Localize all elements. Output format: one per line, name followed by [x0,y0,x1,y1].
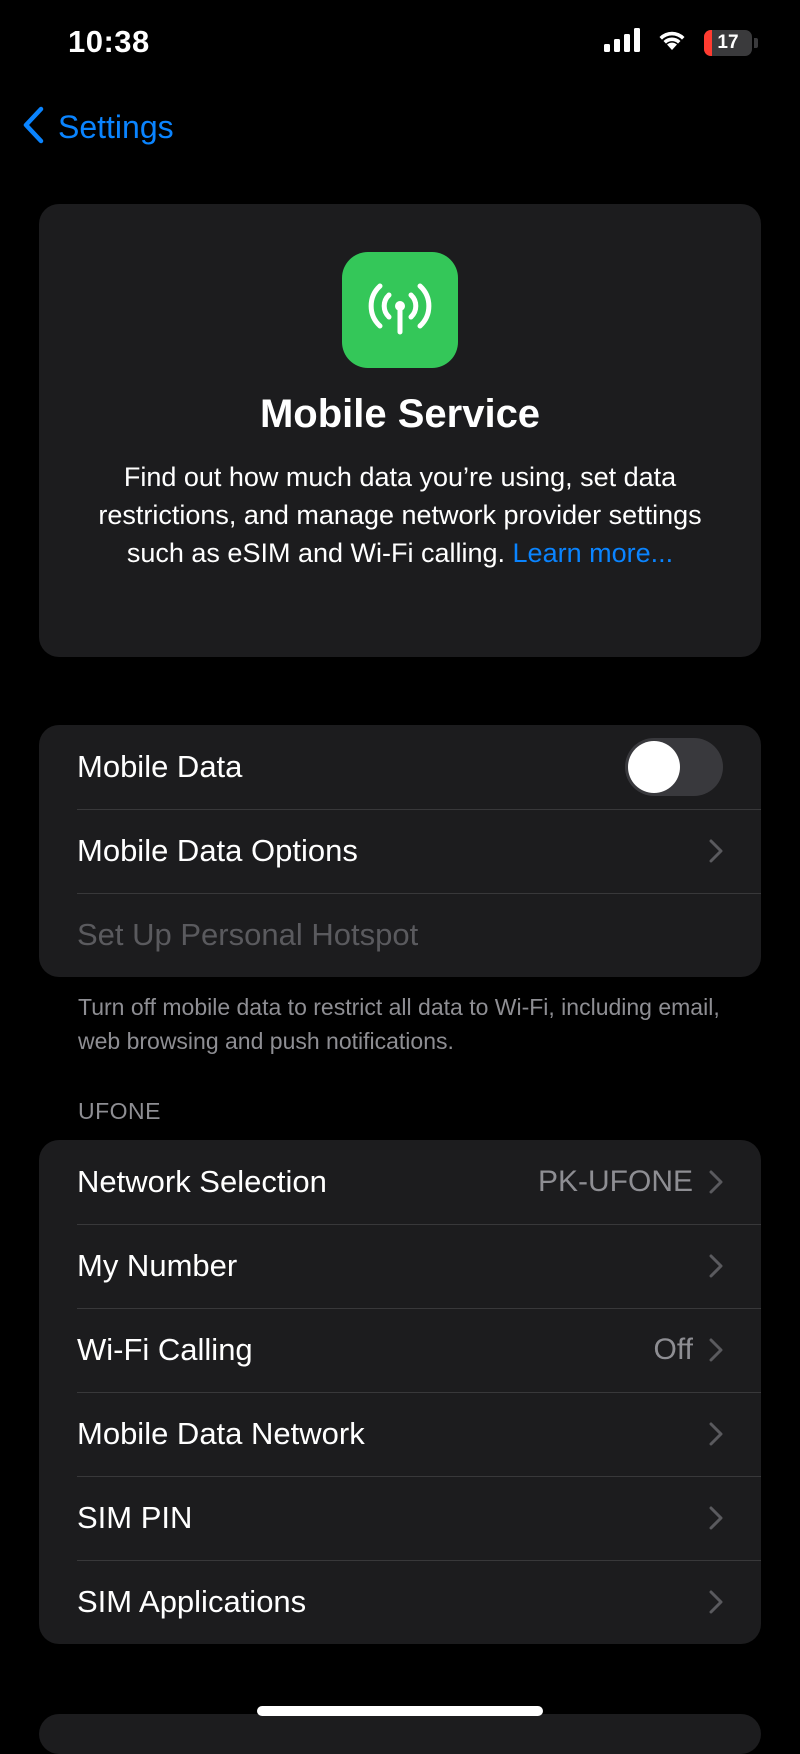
page-title: Mobile Service [259,392,541,436]
cellular-signal-icon [604,28,640,57]
mobile-data-group: Mobile Data Mobile Data Options Set Up P… [39,725,761,977]
personal-hotspot-label: Set Up Personal Hotspot [77,917,419,952]
row-label: SIM Applications [77,1584,307,1619]
sim-pin-row[interactable]: SIM PIN [39,1476,761,1560]
chevron-right-icon [709,1590,723,1614]
mobile-service-description: Find out how much data you’re using, set… [83,458,717,572]
personal-hotspot-row: Set Up Personal Hotspot [39,893,761,977]
mobile-data-label: Mobile Data [77,749,243,784]
battery-indicator: 17 [704,29,758,56]
mobile-data-footnote: Turn off mobile data to restrict all dat… [78,994,720,1054]
row-value: Off [653,1333,693,1366]
carrier-settings-group: Network Selection PK-UFONE My Number Wi-… [39,1140,761,1644]
battery-fill [704,29,713,56]
chevron-right-icon [709,1170,723,1194]
mobile-data-row: Mobile Data [39,725,761,809]
antenna-radiowaves-icon [342,252,458,368]
wifi-calling-row[interactable]: Wi-Fi Calling Off [39,1308,761,1392]
carrier-section-header: UFONE [78,1098,161,1124]
network-selection-row[interactable]: Network Selection PK-UFONE [39,1140,761,1224]
mobile-data-options-label: Mobile Data Options [77,833,358,868]
chevron-right-icon [709,1338,723,1362]
row-value: PK-UFONE [537,1165,693,1198]
battery-cap [754,37,758,48]
row-label: My Number [77,1248,238,1283]
row-label: Mobile Data Network [77,1416,365,1451]
wifi-icon [656,28,688,57]
mobile-data-toggle[interactable] [625,738,723,796]
mobile-data-network-row[interactable]: Mobile Data Network [39,1392,761,1476]
chevron-right-icon [709,1506,723,1530]
battery-icon: 17 [704,29,752,56]
back-button[interactable]: Settings [22,106,174,149]
row-label: Network Selection [77,1164,327,1199]
status-icons: 17 [604,28,758,57]
chevron-right-icon [709,1254,723,1278]
status-bar: 10:38 17 [0,0,800,90]
chevron-right-icon [709,839,723,863]
toggle-knob [628,741,680,793]
next-group-card [39,1714,761,1754]
row-label: Wi-Fi Calling [77,1332,253,1367]
back-button-label: Settings [58,109,174,145]
sim-applications-row[interactable]: SIM Applications [39,1560,761,1644]
mobile-data-options-row[interactable]: Mobile Data Options [39,809,761,893]
battery-level: 17 [717,31,739,53]
chevron-left-icon [22,106,44,149]
row-label: SIM PIN [77,1500,193,1535]
learn-more-link[interactable]: Learn more... [513,538,674,568]
status-time: 10:38 [68,24,150,59]
chevron-right-icon [709,1422,723,1446]
mobile-service-info-card: Mobile Service Find out how much data yo… [39,204,761,657]
my-number-row[interactable]: My Number [39,1224,761,1308]
home-indicator[interactable] [257,1706,543,1716]
